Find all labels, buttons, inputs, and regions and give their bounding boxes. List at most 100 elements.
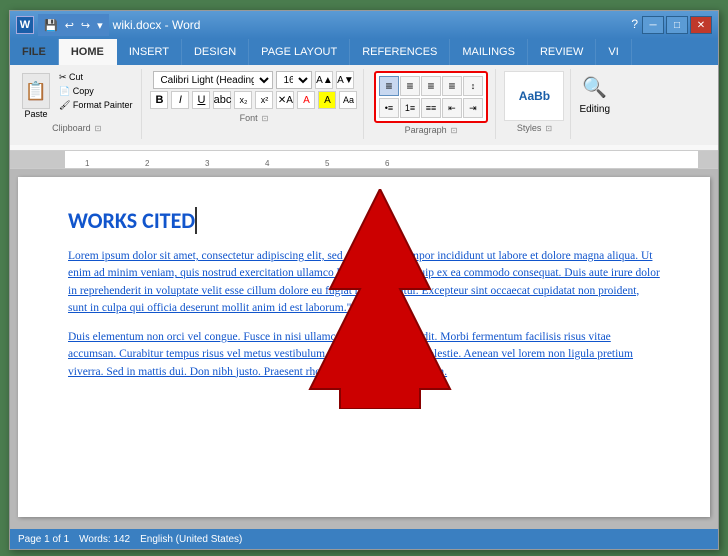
ribbon-content: 📋 Paste ✂ Cut 📄 Copy 🖌 Format Painter Cl… [10, 65, 718, 145]
tab-file[interactable]: FILE [10, 39, 59, 65]
word-count-status: Words: 142 [79, 534, 130, 545]
ruler-right-margin [698, 151, 718, 168]
align-center-button[interactable]: ≡ [400, 76, 420, 96]
ruler-mark-6: 6 [385, 159, 389, 168]
ruler-mark-2: 2 [145, 159, 149, 168]
ruler-mark-5: 5 [325, 159, 329, 168]
align-right-button[interactable]: ≡ [421, 76, 441, 96]
clipboard-expand-icon[interactable]: ⊡ [95, 124, 102, 133]
paragraph-expand-icon[interactable]: ⊡ [451, 126, 458, 135]
maximize-btn[interactable]: □ [666, 16, 688, 34]
align-justify-button[interactable]: ≡ [442, 76, 462, 96]
redo-quick-btn[interactable]: ↪ [79, 18, 92, 33]
editing-inner: 🔍 Editing [579, 71, 610, 115]
font-color-btn[interactable]: A [297, 91, 315, 109]
tab-references[interactable]: REFERENCES [350, 39, 450, 65]
window-title: wiki.docx - Word [113, 18, 201, 32]
tab-view[interactable]: VI [596, 39, 631, 65]
paste-icon: 📋 [22, 73, 50, 109]
numbering-button[interactable]: 1≡ [400, 98, 420, 118]
cut-button[interactable]: ✂ Cut [56, 71, 135, 84]
subscript-button[interactable]: x₂ [234, 91, 252, 109]
paragraph-2: Duis elementum non orci vel congue. Fusc… [68, 329, 660, 381]
word-window: W 💾 ↩ ↪ ▾ wiki.docx - Word ? ─ □ ✕ FILE … [9, 10, 719, 550]
document-wrapper: WORKS CITED Lorem ipsum dolor sit amet, … [10, 169, 718, 529]
styles-label: Styles [517, 121, 542, 133]
styles-group: AaBb Styles ⊡ [498, 69, 571, 139]
tab-home[interactable]: HOME [59, 39, 117, 65]
quick-access-toolbar: 💾 ↩ ↪ ▾ [38, 14, 109, 36]
tab-page-layout[interactable]: PAGE LAYOUT [249, 39, 350, 65]
alignment-buttons: ≡ ≡ ≡ ≡ ↕ [379, 76, 483, 96]
font-name-select[interactable]: Calibri Light (Headings) [153, 71, 273, 89]
styles-expand-icon[interactable]: ⊡ [545, 124, 552, 133]
paragraph-group: ≡ ≡ ≡ ≡ ↕ •≡ 1≡ ≡≡ ⇤ ⇥ Paragraph ⊡ [366, 69, 496, 139]
increase-indent-button[interactable]: ⇥ [463, 98, 483, 118]
clipboard-sub-buttons: ✂ Cut 📄 Copy 🖌 Format Painter [56, 71, 135, 121]
decrease-indent-button[interactable]: ⇤ [442, 98, 462, 118]
works-cited-heading: WORKS CITED [68, 207, 660, 234]
close-btn[interactable]: ✕ [690, 16, 712, 34]
paragraph-highlight-box: ≡ ≡ ≡ ≡ ↕ •≡ 1≡ ≡≡ ⇤ ⇥ [374, 71, 488, 123]
clipboard-group: 📋 Paste ✂ Cut 📄 Copy 🖌 Format Painter Cl… [14, 69, 142, 139]
editing-icon: 🔍 [582, 75, 607, 100]
case-btn[interactable]: Aa [339, 91, 357, 109]
italic-button[interactable]: I [171, 91, 189, 109]
copy-button[interactable]: 📄 Copy [56, 85, 135, 98]
paste-button[interactable]: 📋 Paste [18, 71, 54, 121]
status-bar: Page 1 of 1 Words: 142 English (United S… [10, 529, 718, 549]
font-row2: B I U abc x₂ x² ✕A A A Aa [150, 91, 357, 109]
window-controls: ? ─ □ ✕ [629, 16, 712, 34]
page-status: Page 1 of 1 [18, 534, 69, 545]
decrease-font-btn[interactable]: A▼ [336, 71, 354, 89]
highlight-btn[interactable]: A [318, 91, 336, 109]
tab-insert[interactable]: INSERT [117, 39, 182, 65]
title-bar-left: W 💾 ↩ ↪ ▾ wiki.docx - Word [16, 14, 200, 36]
ruler-content: 1 2 3 4 5 6 [65, 151, 698, 168]
ruler-mark-4: 4 [265, 159, 269, 168]
ribbon-tabs: FILE HOME INSERT DESIGN PAGE LAYOUT REFE… [10, 39, 718, 65]
help-btn[interactable]: ? [629, 16, 640, 34]
ruler-mark-1: 1 [85, 159, 89, 168]
font-row1: Calibri Light (Headings) 16 A▲ A▼ [153, 71, 354, 89]
strikethrough-button[interactable]: abc [213, 91, 231, 109]
bullets-button[interactable]: •≡ [379, 98, 399, 118]
clipboard-label: Clipboard [52, 121, 91, 133]
underline-button[interactable]: U [192, 91, 210, 109]
undo-quick-btn[interactable]: ↩ [63, 18, 76, 33]
font-expand-icon[interactable]: ⊡ [262, 114, 269, 123]
language-status: English (United States) [140, 534, 242, 545]
styles-gallery[interactable]: AaBb [504, 71, 564, 121]
ruler-mark-3: 3 [205, 159, 209, 168]
document-page[interactable]: WORKS CITED Lorem ipsum dolor sit amet, … [18, 177, 710, 517]
format-painter-button[interactable]: 🖌 Format Painter [56, 99, 135, 112]
paragraph-label: Paragraph [405, 123, 447, 135]
ruler-left-margin [10, 151, 65, 168]
qat-dropdown-btn[interactable]: ▾ [95, 18, 105, 33]
bold-button[interactable]: B [150, 91, 168, 109]
clear-format-button[interactable]: ✕A [276, 91, 294, 109]
document-area: WORKS CITED Lorem ipsum dolor sit amet, … [10, 169, 718, 529]
save-quick-btn[interactable]: 💾 [42, 18, 60, 33]
line-spacing-button[interactable]: ↕ [463, 76, 483, 96]
superscript-button[interactable]: x² [255, 91, 273, 109]
title-bar: W 💾 ↩ ↪ ▾ wiki.docx - Word ? ─ □ ✕ [10, 11, 718, 39]
minimize-btn[interactable]: ─ [642, 16, 664, 34]
word-app-icon: W [16, 16, 34, 34]
tab-design[interactable]: DESIGN [182, 39, 249, 65]
tab-review[interactable]: REVIEW [528, 39, 596, 65]
styles-preview: AaBb [519, 89, 550, 103]
font-label: Font [240, 111, 258, 123]
font-size-select[interactable]: 16 [276, 71, 312, 89]
font-group: Calibri Light (Headings) 16 A▲ A▼ B I U … [144, 69, 364, 139]
tab-mailings[interactable]: MAILINGS [450, 39, 528, 65]
list-indent-row: •≡ 1≡ ≡≡ ⇤ ⇥ [379, 98, 483, 118]
multilevel-list-button[interactable]: ≡≡ [421, 98, 441, 118]
works-cited-title: WORKS CITED [68, 207, 197, 234]
ruler: 1 2 3 4 5 6 [10, 151, 718, 169]
increase-font-btn[interactable]: A▲ [315, 71, 333, 89]
editing-label: Editing [579, 104, 610, 115]
paragraph-1: Lorem ipsum dolor sit amet, consectetur … [68, 248, 660, 317]
editing-group: 🔍 Editing [573, 69, 616, 139]
align-left-button[interactable]: ≡ [379, 76, 399, 96]
